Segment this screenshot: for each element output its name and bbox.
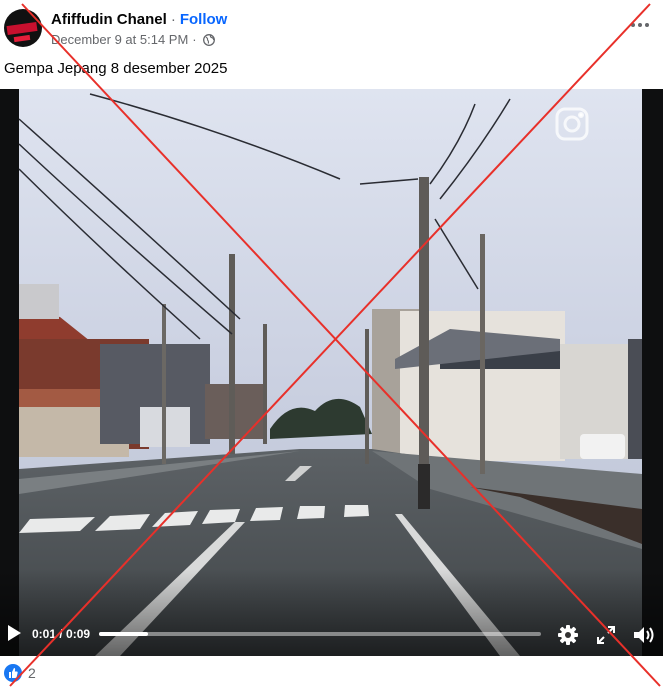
post-footer — [0, 656, 663, 688]
globe-icon — [202, 34, 215, 49]
separator-dot-2: · — [192, 32, 197, 47]
more-options-icon[interactable] — [631, 14, 651, 34]
author-name[interactable]: Afiffudin Chanel — [51, 11, 167, 28]
video-time: 0:01 / 0:09 — [32, 627, 91, 641]
avatar-logo — [6, 21, 38, 36]
like-icon[interactable] — [4, 664, 22, 682]
follow-button[interactable]: Follow — [180, 11, 228, 28]
video-player[interactable] — [0, 89, 663, 656]
reaction-count[interactable]: 2 — [28, 665, 36, 681]
video-progress-fill — [99, 632, 148, 636]
video-progress-bar[interactable] — [99, 632, 541, 636]
settings-gear-icon[interactable] — [557, 624, 579, 646]
post-meta: December 9 at 5:14 PM · — [51, 32, 215, 49]
fullscreen-icon[interactable] — [596, 625, 616, 645]
avatar-logo-stripe — [13, 34, 31, 43]
post-caption: Gempa Jepang 8 desember 2025 — [4, 60, 228, 77]
post-header: Afiffudin Chanel · Follow December 9 at 5:… — [0, 0, 663, 56]
play-icon[interactable] — [6, 624, 22, 642]
separator-dot: · — [170, 11, 176, 28]
avatar[interactable] — [4, 9, 42, 47]
volume-icon[interactable] — [632, 624, 656, 646]
author-row: Afiffudin Chanel · Follow — [51, 11, 227, 28]
post-timestamp[interactable]: December 9 at 5:14 PM — [51, 32, 188, 47]
video-frame — [0, 89, 663, 656]
